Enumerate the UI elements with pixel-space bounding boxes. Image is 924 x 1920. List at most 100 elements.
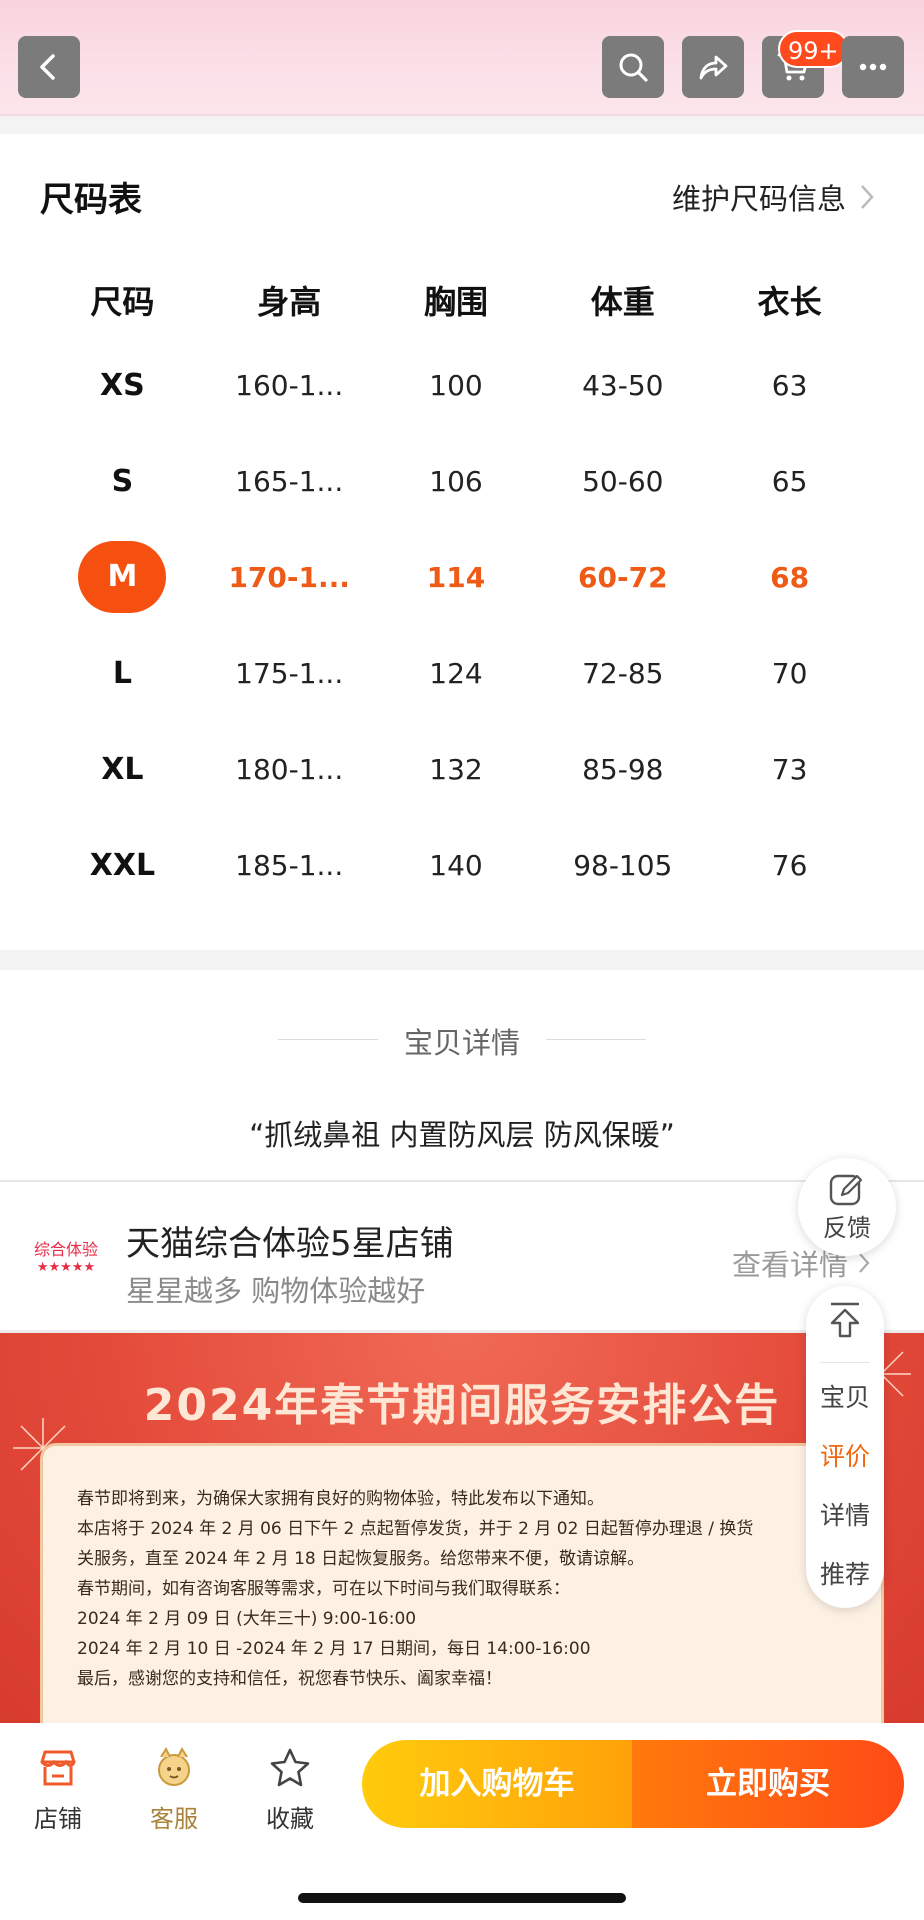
length-value: 68 (770, 560, 810, 594)
column-header: 体重 (590, 282, 655, 321)
announcement-line: 2024 年 2 月 09 日 (大年三十) 9:00-16:00 (77, 1609, 417, 1629)
chest-value: 100 (429, 368, 483, 402)
size-row-m-selected[interactable]: M 170-1... 114 60-72 68 (39, 529, 873, 625)
announcement-line: 关服务，直至 2024 年 2 月 18 日起恢复服务。给您带来不便，敬请谅解。 (77, 1549, 645, 1569)
chest-value: 124 (429, 656, 483, 690)
size-label: L (112, 655, 132, 691)
store-rating-badge: 综合体验 (33, 1240, 98, 1259)
divider (0, 1180, 924, 1182)
store-rating-stars: ★★★★★ (36, 1260, 96, 1275)
search-button[interactable] (602, 36, 664, 98)
announcement-title: 2024年春节期间服务安排公告 (143, 1380, 781, 1431)
anchor-item[interactable]: 推荐 (806, 1555, 884, 1591)
selected-size-pill: M (78, 541, 167, 613)
store-tab[interactable]: 店铺 (8, 1745, 108, 1834)
height-value: 175-1... (235, 656, 344, 690)
anchor-item[interactable]: 详情 (806, 1496, 884, 1532)
weight-value: 50-60 (582, 464, 664, 498)
weight-value: 72-85 (582, 656, 664, 690)
detail-section-title: 宝贝详情 (403, 1026, 520, 1060)
back-icon (40, 54, 55, 80)
announcement-line: 最后，感谢您的支持和信任，祝您春节快乐、阖家幸福！ (77, 1669, 502, 1689)
length-value: 76 (771, 848, 808, 882)
column-header: 身高 (257, 282, 322, 321)
size-label-selected: M (39, 541, 206, 613)
length-value: 70 (771, 656, 808, 690)
length-value: 73 (771, 752, 808, 786)
height-value: 165-1... (235, 464, 344, 498)
chest-value: 114 (426, 560, 486, 594)
feedback-label: 反馈 (823, 1213, 871, 1242)
height-value: 180-1... (235, 752, 344, 786)
store-rating-title: 天猫综合体验5星店铺 (126, 1224, 454, 1264)
arrow-up-icon (830, 1302, 860, 1338)
chest-value: 106 (429, 464, 483, 498)
size-row-xl[interactable]: XL 180-1... 132 85-98 73 (39, 721, 873, 817)
anchor-item-active[interactable]: 评价 (806, 1437, 884, 1473)
weight-value: 85-98 (582, 752, 664, 786)
favorite-tab[interactable]: 收藏 (240, 1745, 340, 1834)
section-divider (0, 950, 924, 970)
column-header: 衣长 (757, 282, 822, 321)
announcement-line: 春节期间，如有咨询客服等需求，可在以下时间与我们取得联系： (77, 1579, 570, 1599)
weight-value: 60-72 (578, 560, 668, 594)
chevron-right-icon (861, 185, 874, 209)
top-bar: 99+ (0, 0, 924, 116)
chevron-right-icon (859, 1253, 870, 1273)
anchor-nav: 宝贝 评价 详情 推荐 (806, 1286, 884, 1608)
height-value: 160-1... (235, 368, 344, 402)
column-header: 尺码 (90, 282, 155, 321)
size-label: XXL (89, 847, 156, 883)
customer-service-icon (158, 1746, 190, 1786)
weight-value: 98-105 (573, 848, 673, 882)
buy-now-button[interactable]: 立即购买 (632, 1740, 904, 1828)
maintain-size-label: 维护尺码信息 (671, 182, 846, 216)
store-rating-subtitle: 星星越多 购物体验越好 (126, 1274, 426, 1308)
add-to-cart-button[interactable]: 加入购物车 (362, 1740, 632, 1828)
height-value: 185-1... (235, 848, 344, 882)
announcement-line: 2024 年 2 月 10 日 -2024 年 2 月 17 日期间，每日 14… (77, 1639, 591, 1659)
maintain-size-link[interactable]: 维护尺码信息 (672, 176, 874, 218)
cart-count-badge: 99+ (778, 30, 849, 68)
announcement-body: 春节即将到来，为确保大家拥有良好的购物体验，特此发布以下通知。 本店将于 202… (40, 1443, 884, 1723)
size-table: 尺码 身高 胸围 体重 衣长 XS 160-1... 100 43-50 63 … (39, 262, 873, 913)
size-table-header: 尺码 身高 胸围 体重 衣长 (39, 262, 873, 337)
column-header: 胸围 (423, 282, 488, 321)
chest-value: 140 (429, 848, 483, 882)
anchor-item[interactable]: 宝贝 (806, 1378, 884, 1414)
length-value: 63 (771, 368, 808, 402)
product-slogan: “抓绒鼻祖 内置防风层 防风保暖” (249, 1118, 675, 1152)
store-label: 店铺 (34, 1805, 82, 1833)
more-button[interactable] (842, 36, 904, 98)
size-label: S (111, 463, 134, 499)
announcement-banner: 2024年春节期间服务安排公告 春节即将到来，为确保大家拥有良好的购物体验，特此… (0, 1333, 924, 1723)
size-row-xxl[interactable]: XXL 185-1... 140 98-105 76 (39, 817, 873, 913)
divider (820, 1362, 870, 1363)
star-icon (270, 1748, 310, 1787)
back-button[interactable] (18, 36, 80, 98)
size-row-xs[interactable]: XS 160-1... 100 43-50 63 (39, 337, 873, 433)
favorite-label: 收藏 (266, 1805, 314, 1833)
size-chart-title: 尺码表 (40, 180, 142, 220)
service-tab[interactable]: 客服 (124, 1745, 224, 1834)
back-to-top-button[interactable] (806, 1300, 884, 1344)
announcement-line: 本店将于 2024 年 2 月 06 日下午 2 点起暂停发货，并于 2 月 0… (77, 1519, 754, 1539)
share-button[interactable] (682, 36, 744, 98)
search-icon (619, 53, 648, 82)
more-icon (859, 63, 887, 71)
weight-value: 43-50 (582, 368, 664, 402)
size-label: XS (100, 367, 145, 403)
length-value: 65 (771, 464, 808, 498)
size-row-s[interactable]: S 165-1... 106 50-60 65 (39, 433, 873, 529)
announcement-line: 春节即将到来，为确保大家拥有良好的购物体验，特此发布以下通知。 (77, 1489, 604, 1509)
size-label: XL (101, 751, 144, 787)
size-row-l[interactable]: L 175-1... 124 72-85 70 (39, 625, 873, 721)
height-value: 170-1... (228, 560, 350, 594)
section-divider (0, 116, 924, 134)
edit-icon (829, 1174, 863, 1205)
share-icon (699, 55, 728, 80)
home-indicator (298, 1893, 626, 1903)
chest-value: 132 (429, 752, 483, 786)
store-icon (40, 1750, 76, 1786)
feedback-button[interactable]: 反馈 (798, 1158, 896, 1256)
